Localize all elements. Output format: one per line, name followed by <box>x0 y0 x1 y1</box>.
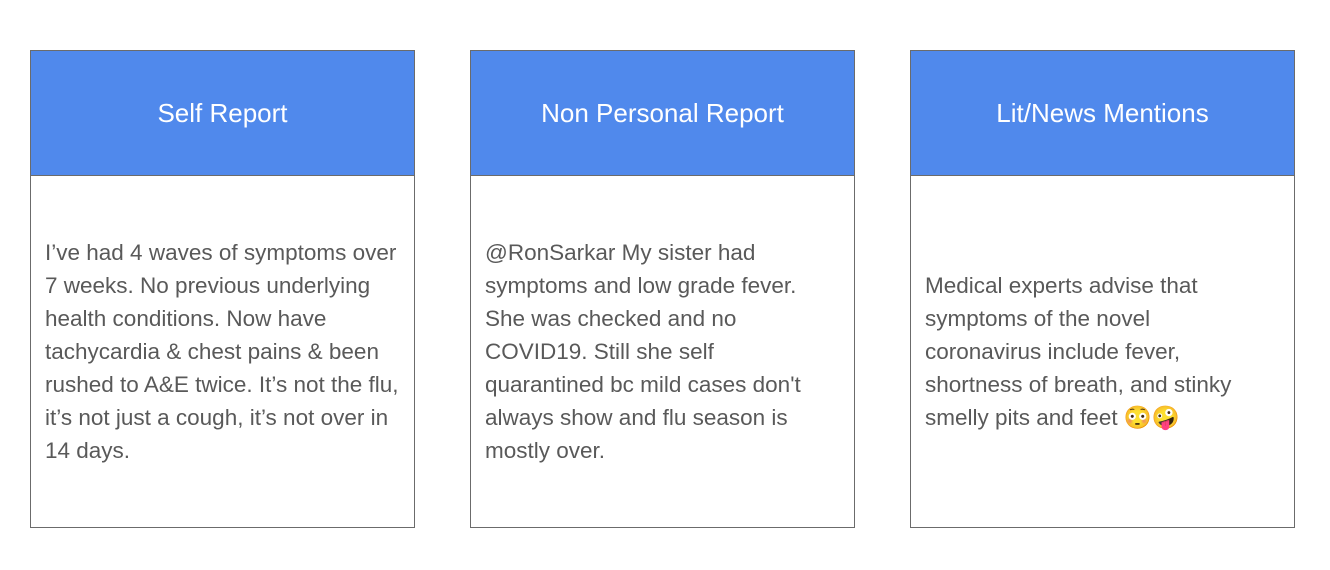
lit-news-mentions-title: Lit/News Mentions <box>996 97 1209 128</box>
lit-news-mentions-body: Medical experts advise that symptoms of … <box>911 176 1294 527</box>
self-report-body: I’ve had 4 waves of symptoms over 7 week… <box>31 176 414 527</box>
non-personal-report-text: @RonSarkar My sister had symptoms and lo… <box>485 240 801 463</box>
non-personal-report-header: Non Personal Report <box>471 51 854 176</box>
self-report-card: Self Report I’ve had 4 waves of symptoms… <box>30 50 415 528</box>
self-report-text: I’ve had 4 waves of symptoms over 7 week… <box>45 240 399 463</box>
non-personal-report-body: @RonSarkar My sister had symptoms and lo… <box>471 176 854 527</box>
self-report-title: Self Report <box>157 97 288 128</box>
lit-news-mentions-card: Lit/News Mentions Medical experts advise… <box>910 50 1295 528</box>
self-report-header: Self Report <box>31 51 414 176</box>
lit-news-mentions-header: Lit/News Mentions <box>911 51 1294 176</box>
non-personal-report-title: Non Personal Report <box>541 97 784 128</box>
non-personal-report-card: Non Personal Report @RonSarkar My sister… <box>470 50 855 528</box>
lit-news-mentions-text: Medical experts advise that symptoms of … <box>925 273 1232 430</box>
